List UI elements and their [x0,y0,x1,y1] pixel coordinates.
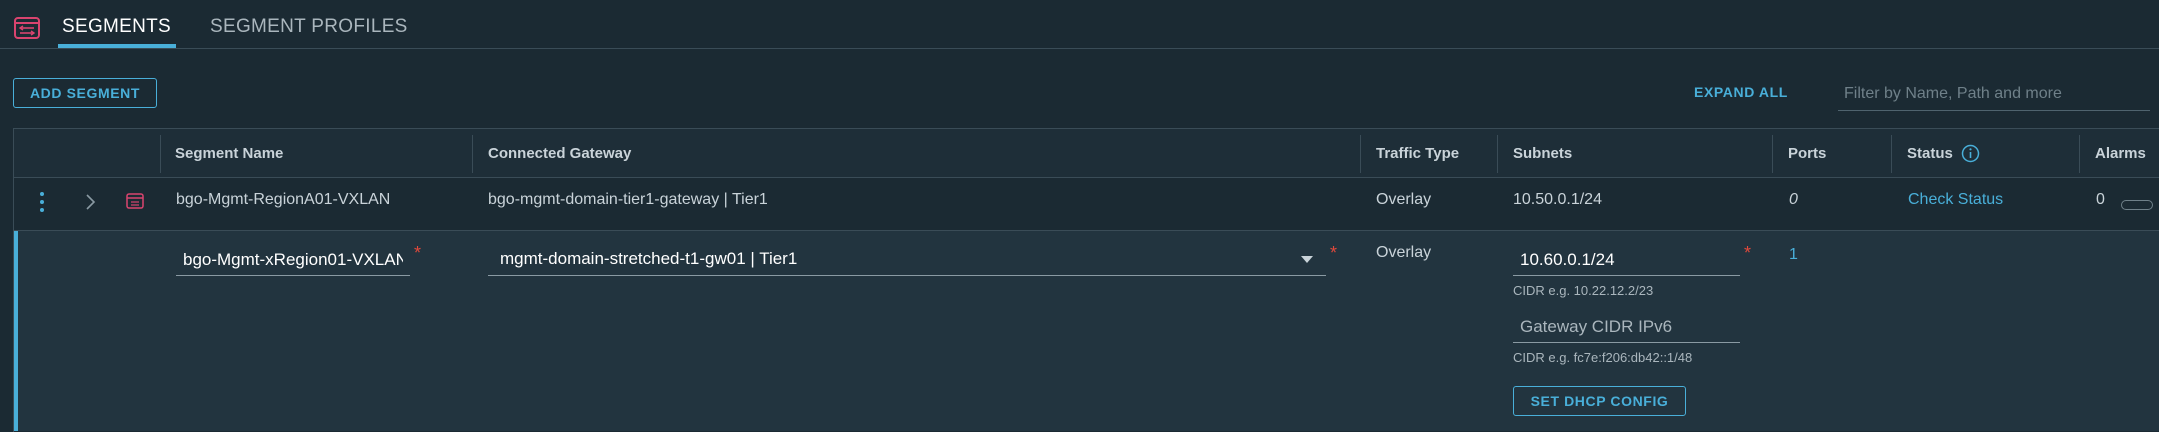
column-separator [2079,135,2080,173]
column-separator [160,135,161,173]
required-marker: * [414,243,422,263]
segments-icon [14,17,40,39]
ports-count: 0 [1789,191,1798,208]
subnet-hint: CIDR e.g. 10.22.12.2/23 [1513,283,1654,298]
ports-count-link[interactable]: 1 [1789,246,1798,264]
alarms-count: 0 [2096,191,2105,208]
required-marker: * [1744,243,1752,263]
connected-gateway[interactable]: bgo-mgmt-domain-tier1-gateway | Tier1 [488,191,768,209]
gateway-select[interactable]: mgmt-domain-stretched-t1-gw01 | Tier1 [488,244,1326,276]
column-separator [1497,135,1498,173]
check-status-link[interactable]: Check Status [1908,191,2003,209]
subnets: 10.50.0.1/24 [1513,191,1602,208]
column-header-ports[interactable]: Ports [1788,145,1826,162]
kebab-menu-icon[interactable] [38,191,46,213]
column-separator [1772,135,1773,173]
filter-input[interactable] [1838,78,2150,111]
chevron-right-icon[interactable] [84,193,96,211]
gateway-ipv6-input[interactable] [1513,311,1740,343]
tab-segments[interactable]: SEGMENTS [62,16,171,38]
column-header-traffic-type[interactable]: Traffic Type [1376,145,1459,162]
grid-header [14,129,2159,178]
column-header-alarms[interactable]: Alarms [2095,145,2146,162]
subnet-input[interactable] [1513,244,1740,276]
alarms-indicator [2121,200,2153,210]
ipv6-hint: CIDR e.g. fc7e:f206:db42::1/48 [1513,350,1693,365]
expand-all-link[interactable]: EXPAND ALL [1694,84,1788,100]
column-header-subnets[interactable]: Subnets [1513,145,1572,162]
segment-name-input[interactable] [176,244,410,276]
set-dhcp-config-button[interactable]: SET DHCP CONFIG [1513,386,1686,416]
column-separator [1891,135,1892,173]
gateway-select-value: mgmt-domain-stretched-t1-gw01 | Tier1 [500,249,798,268]
tab-segment-profiles[interactable]: SEGMENT PROFILES [210,16,408,38]
add-segment-button[interactable]: ADD SEGMENT [13,78,157,108]
column-separator [1360,135,1361,173]
column-separator [472,135,473,173]
segment-row-icon [126,193,144,209]
edit-row-indicator [14,231,18,431]
traffic-type: Overlay [1376,244,1432,261]
traffic-type: Overlay [1376,191,1432,208]
active-tab-indicator [58,44,176,48]
column-header-segment-name[interactable]: Segment Name [175,145,283,162]
column-header-status[interactable]: Status [1907,145,1953,162]
column-header-connected-gateway[interactable]: Connected Gateway [488,145,631,162]
dropdown-caret-icon[interactable] [1300,255,1314,264]
info-icon[interactable] [1961,144,1980,163]
segment-name[interactable]: bgo-Mgmt-RegionA01-VXLAN [176,191,390,209]
required-marker: * [1330,243,1338,263]
